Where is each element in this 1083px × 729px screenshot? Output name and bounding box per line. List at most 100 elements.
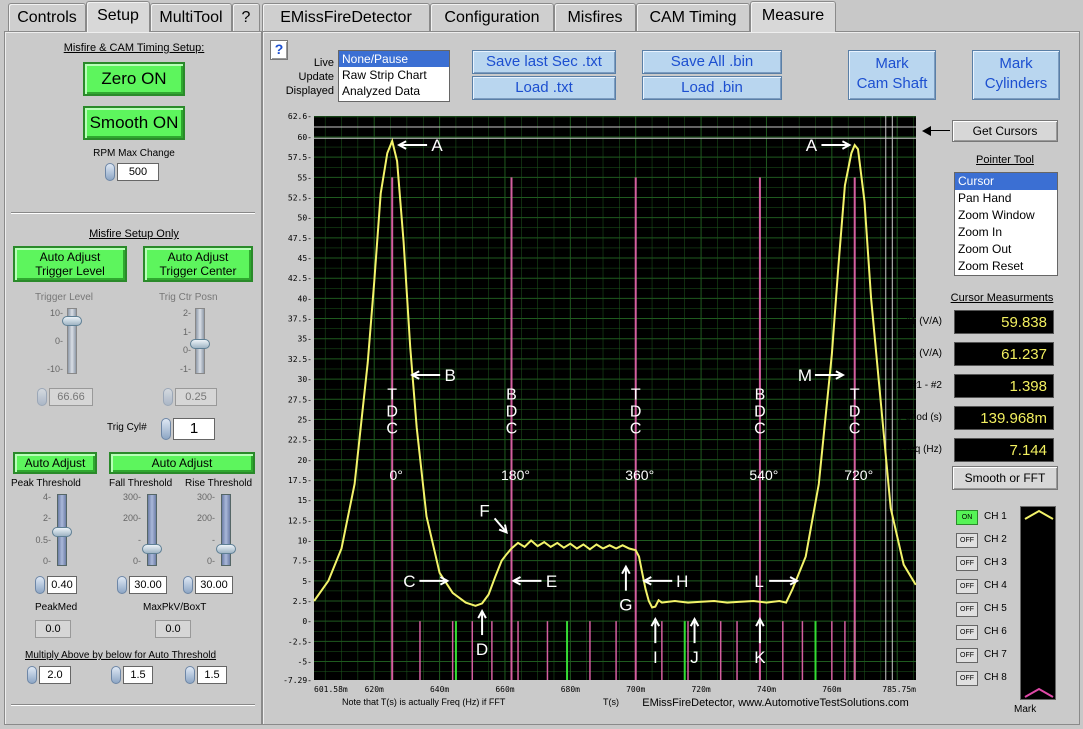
channel-toggle[interactable]: OFF <box>956 556 978 571</box>
slider-tick-label: 200- <box>122 513 141 524</box>
plot-area[interactable] <box>314 116 916 680</box>
y-tick-label: 15- <box>298 496 312 505</box>
trig-cyl-spinner[interactable] <box>161 418 171 440</box>
fall-threshold-label: Fall Threshold <box>109 478 173 489</box>
trigger-level-slider-thumb[interactable] <box>62 315 82 326</box>
live-display-listbox[interactable]: None/Pause Raw Strip Chart Analyzed Data <box>338 50 450 102</box>
peak-threshold-thumb[interactable] <box>52 527 72 538</box>
trig-cyl-field[interactable]: 1 <box>173 418 215 440</box>
pointer-tool-listbox[interactable]: Cursor Pan Hand Zoom Window Zoom In Zoom Out… <box>954 172 1058 276</box>
trigger-level-spinner[interactable] <box>37 388 47 406</box>
tdc-label-letter: D <box>506 403 518 420</box>
tdc-label-letter: B <box>506 386 517 403</box>
display-option[interactable]: None/Pause <box>339 51 449 67</box>
pointer-tool-item[interactable]: Zoom Window <box>955 207 1057 224</box>
y-tick-label: 32.5- <box>288 355 312 364</box>
trig-ctr-slider[interactable] <box>190 308 210 374</box>
tab-controls[interactable]: Controls <box>8 3 86 31</box>
pointer-tool-item[interactable]: Pan Hand <box>955 190 1057 207</box>
mark-cylinders-button[interactable]: Mark Cylinders <box>972 50 1060 100</box>
trig-ctr-field[interactable]: 0.25 <box>175 388 217 406</box>
tdc-label-letter: D <box>754 403 766 420</box>
y-tick-label: 52.5- <box>288 194 312 203</box>
peak-threshold-field[interactable]: 0.40 <box>47 576 77 594</box>
trigger-level-field[interactable]: 66.66 <box>49 388 93 406</box>
tab-setup[interactable]: Setup <box>86 1 150 32</box>
rise-threshold-field[interactable]: 30.00 <box>195 576 233 594</box>
y-tick-label: 2.5- <box>293 597 312 606</box>
rpm-max-change-field[interactable]: 500 <box>117 163 159 181</box>
rise-threshold-slider[interactable] <box>216 494 236 566</box>
trig-ctr-spinner[interactable] <box>163 388 173 406</box>
fall-threshold-spinner[interactable] <box>117 576 127 594</box>
channel-toggle[interactable]: OFF <box>956 671 978 686</box>
tab-multitool[interactable]: MultiTool <box>150 3 232 31</box>
annotation-letter: H <box>676 572 688 591</box>
annotation-letter: M <box>798 366 812 385</box>
tab-configuration[interactable]: Configuration <box>430 3 554 31</box>
peak-threshold-spinner[interactable] <box>35 576 45 594</box>
tab-misfires[interactable]: Misfires <box>554 3 636 31</box>
mult-3-spinner[interactable] <box>185 666 195 684</box>
y-tick-label: 40- <box>298 294 312 303</box>
pointer-tool-item[interactable]: Zoom Reset <box>955 258 1057 275</box>
load-bin-button[interactable]: Load .bin <box>642 76 782 100</box>
display-option[interactable]: Raw Strip Chart <box>339 67 449 83</box>
rpm-spinner[interactable] <box>105 163 115 181</box>
tab-measure[interactable]: Measure <box>750 1 836 32</box>
smooth-or-fft-button[interactable]: Smooth or FFT <box>952 466 1058 490</box>
channel-label: CH 3 <box>984 557 1007 568</box>
mult-3-field[interactable]: 1.5 <box>197 666 227 684</box>
auto-adjust-peak-button[interactable]: Auto Adjust <box>13 452 97 474</box>
save-all-bin-button[interactable]: Save All .bin <box>642 50 782 74</box>
peak-threshold-slider[interactable] <box>52 494 72 566</box>
waveform-chart[interactable]: TDC0°BDC180°TDC360°BDC540°TDC720°A AB MC EF… <box>262 108 942 720</box>
smooth-on-button[interactable]: Smooth ON <box>83 106 185 140</box>
mult-1-spinner[interactable] <box>27 666 37 684</box>
x-tick-label: 785.75m <box>882 685 916 694</box>
fall-threshold-thumb[interactable] <box>142 543 162 554</box>
save-last-sec-button[interactable]: Save last Sec .txt <box>472 50 616 74</box>
annotation-letter: E <box>546 572 557 591</box>
pointer-tool-item[interactable]: Cursor <box>955 173 1057 190</box>
trig-ctr-slider-thumb[interactable] <box>190 338 210 349</box>
auto-adjust-fall-rise-button[interactable]: Auto Adjust <box>109 452 255 474</box>
pointer-tool-item[interactable]: Zoom In <box>955 224 1057 241</box>
mark-cam-shaft-button[interactable]: Mark Cam Shaft <box>848 50 936 100</box>
slider-tick-label: - <box>212 534 215 545</box>
tdc-label-letter: D <box>849 403 861 420</box>
tab-help[interactable]: ? <box>232 3 260 31</box>
pointer-tool-item[interactable]: Zoom Out <box>955 241 1057 258</box>
y-tick-label: 0- <box>302 617 312 626</box>
trigger-level-slider[interactable] <box>62 308 82 374</box>
peakmed-value: 0.0 <box>35 620 71 638</box>
get-cursors-button[interactable]: Get Cursors <box>952 120 1058 142</box>
display-option[interactable]: Analyzed Data <box>339 83 449 99</box>
mult-2-spinner[interactable] <box>111 666 121 684</box>
auto-adjust-trigger-center-button[interactable]: Auto Adjust Trigger Center <box>143 246 253 282</box>
channel-toggle[interactable]: OFF <box>956 579 978 594</box>
measurement-label: Freq (Hz) <box>899 444 942 455</box>
channel-preview <box>1020 506 1056 700</box>
mult-2-field[interactable]: 1.5 <box>123 666 153 684</box>
channel-label: CH 7 <box>984 649 1007 660</box>
channel-toggle[interactable]: OFF <box>956 602 978 617</box>
channel-toggle[interactable]: OFF <box>956 648 978 663</box>
x-tick-label: 660m <box>495 685 514 694</box>
channel-toggle[interactable]: ON <box>956 510 978 525</box>
slider-tick-label: -1- <box>180 364 191 374</box>
slider-tick-label: 0.5- <box>35 534 51 545</box>
mult-1-field[interactable]: 2.0 <box>39 666 71 684</box>
zero-on-button[interactable]: Zero ON <box>83 62 185 96</box>
rise-threshold-spinner[interactable] <box>183 576 193 594</box>
tab-emissfiredetector[interactable]: EMissFireDetector <box>262 3 430 31</box>
x-tick-label: 760m <box>822 685 841 694</box>
fall-threshold-field[interactable]: 30.00 <box>129 576 167 594</box>
channel-toggle[interactable]: OFF <box>956 625 978 640</box>
tab-cam-timing[interactable]: CAM Timing <box>636 3 750 31</box>
load-txt-button[interactable]: Load .txt <box>472 76 616 100</box>
channel-toggle[interactable]: OFF <box>956 533 978 548</box>
rise-threshold-thumb[interactable] <box>216 543 236 554</box>
fall-threshold-slider[interactable] <box>142 494 162 566</box>
auto-adjust-trigger-level-button[interactable]: Auto Adjust Trigger Level <box>13 246 127 282</box>
